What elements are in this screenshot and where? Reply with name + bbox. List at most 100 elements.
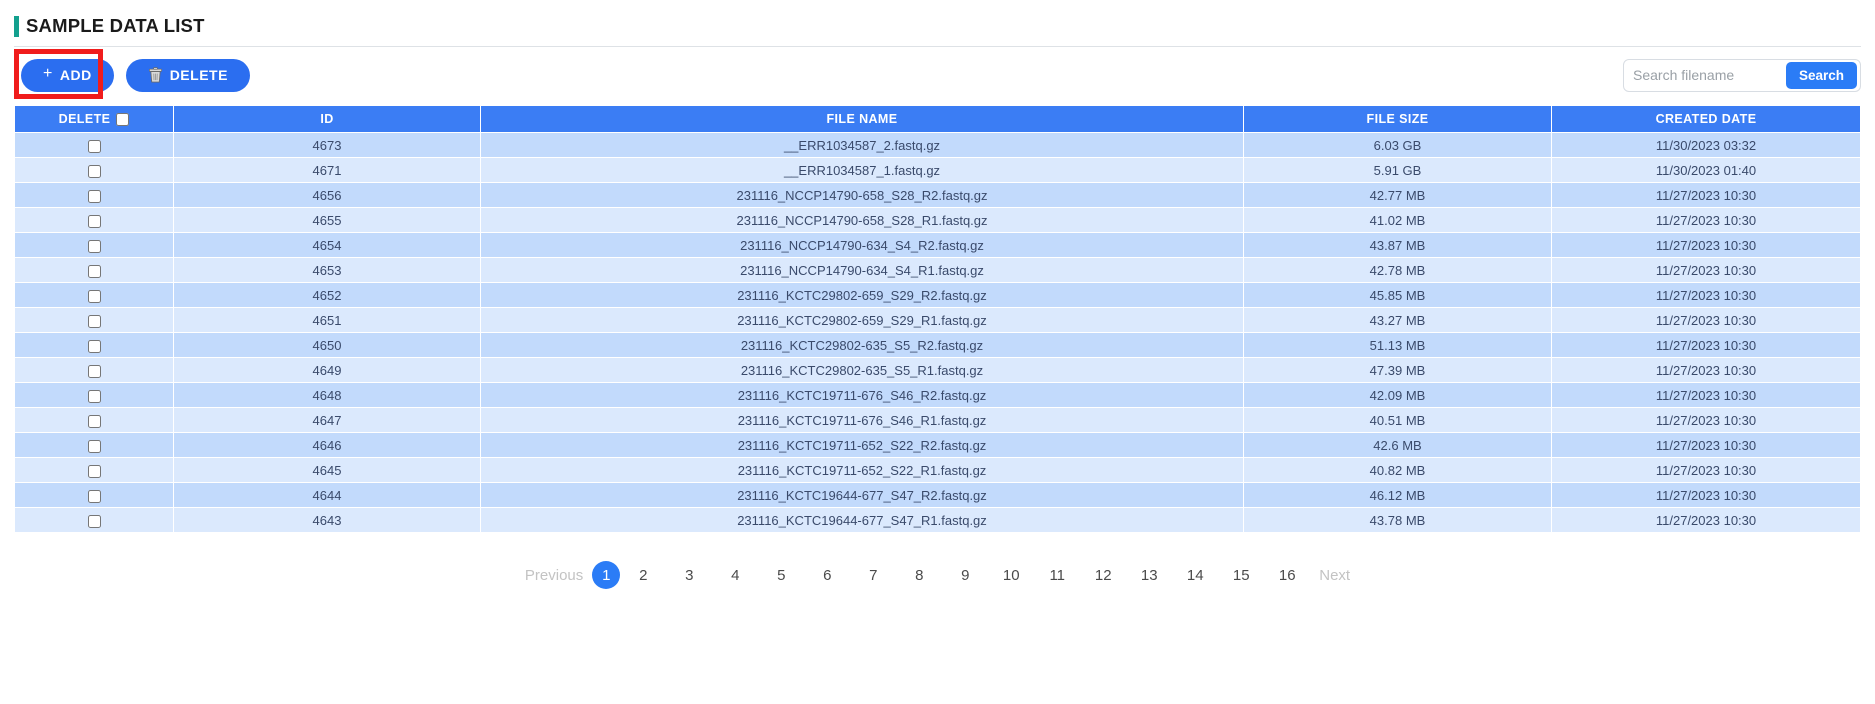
row-select-checkbox[interactable] (87, 364, 101, 378)
pagination-page-10[interactable]: 10 (988, 561, 1034, 589)
row-file-name-cell: 231116_KCTC19711-652_S22_R2.fastq.gz (481, 433, 1243, 457)
row-select-checkbox[interactable] (87, 214, 101, 228)
row-select-checkbox[interactable] (87, 314, 101, 328)
row-delete-cell (15, 308, 173, 332)
row-delete-cell (15, 383, 173, 407)
row-select-checkbox[interactable] (87, 164, 101, 178)
row-delete-cell (15, 233, 173, 257)
row-file-name-cell: 231116_KCTC29802-659_S29_R2.fastq.gz (481, 283, 1243, 307)
row-select-checkbox[interactable] (87, 389, 101, 403)
row-created-date-cell: 11/27/2023 10:30 (1552, 183, 1860, 207)
toolbar: + ADD DELETE Search (14, 46, 1861, 103)
pagination-page-13[interactable]: 13 (1126, 561, 1172, 589)
row-created-date-cell: 11/27/2023 10:30 (1552, 208, 1860, 232)
row-file-name-cell: 231116_KCTC19711-652_S22_R1.fastq.gz (481, 458, 1243, 482)
pagination-page-16[interactable]: 16 (1264, 561, 1310, 589)
row-select-checkbox[interactable] (87, 464, 101, 478)
row-file-name-cell: 231116_NCCP14790-658_S28_R2.fastq.gz (481, 183, 1243, 207)
row-delete-cell (15, 258, 173, 282)
pagination-page-7[interactable]: 7 (850, 561, 896, 589)
row-file-size-cell: 45.85 MB (1244, 283, 1551, 307)
row-select-checkbox[interactable] (87, 289, 101, 303)
column-header-file-name: FILE NAME (481, 106, 1243, 132)
table-row: 4654 231116_NCCP14790-634_S4_R2.fastq.gz 4… (15, 233, 1860, 257)
row-created-date-cell: 11/27/2023 10:30 (1552, 433, 1860, 457)
pagination-next: Next (1319, 566, 1351, 584)
pagination-page-15[interactable]: 15 (1218, 561, 1264, 589)
row-created-date-cell: 11/27/2023 10:30 (1552, 408, 1860, 432)
row-created-date-cell: 11/27/2023 10:30 (1552, 358, 1860, 382)
pagination-page-9[interactable]: 9 (942, 561, 988, 589)
row-select-checkbox[interactable] (87, 264, 101, 278)
search-box: Search (1623, 58, 1861, 92)
select-all-checkbox[interactable] (116, 112, 130, 126)
row-id-cell: 4671 (174, 158, 480, 182)
row-id-cell: 4645 (174, 458, 480, 482)
row-delete-cell (15, 183, 173, 207)
table-body: 4673 __ERR1034587_2.fastq.gz 6.03 GB 11/30/… (15, 133, 1860, 532)
pagination-page-12[interactable]: 12 (1080, 561, 1126, 589)
pagination-page-4[interactable]: 4 (712, 561, 758, 589)
row-file-size-cell: 40.51 MB (1244, 408, 1551, 432)
add-button[interactable]: + ADD (21, 58, 114, 92)
row-delete-cell (15, 483, 173, 507)
table-row: 4650 231116_KCTC29802-635_S5_R2.fastq.gz 5… (15, 333, 1860, 357)
row-file-name-cell: 231116_KCTC19644-677_S47_R1.fastq.gz (481, 508, 1243, 532)
row-file-size-cell: 43.87 MB (1244, 233, 1551, 257)
pagination-page-3[interactable]: 3 (666, 561, 712, 589)
pagination-page-8[interactable]: 8 (896, 561, 942, 589)
pagination-previous: Previous (524, 566, 584, 584)
table-row: 4648 231116_KCTC19711-676_S46_R2.fastq.gz… (15, 383, 1860, 407)
column-header-file-size: FILE SIZE (1244, 106, 1551, 132)
row-created-date-cell: 11/27/2023 10:30 (1552, 383, 1860, 407)
row-file-name-cell: __ERR1034587_2.fastq.gz (481, 133, 1243, 157)
row-created-date-cell: 11/27/2023 10:30 (1552, 333, 1860, 357)
table-row: 4653 231116_NCCP14790-634_S4_R1.fastq.gz 4… (15, 258, 1860, 282)
row-file-size-cell: 42.09 MB (1244, 383, 1551, 407)
column-header-created-date: CREATED DATE (1552, 106, 1860, 132)
row-select-checkbox[interactable] (87, 439, 101, 453)
row-id-cell: 4649 (174, 358, 480, 382)
row-file-name-cell: 231116_KCTC29802-659_S29_R1.fastq.gz (481, 308, 1243, 332)
row-select-checkbox[interactable] (87, 139, 101, 153)
row-select-checkbox[interactable] (87, 414, 101, 428)
table-row: 4655 231116_NCCP14790-658_S28_R1.fastq.gz… (15, 208, 1860, 232)
row-file-size-cell: 43.27 MB (1244, 308, 1551, 332)
add-button-label: ADD (59, 67, 92, 83)
row-created-date-cell: 11/30/2023 03:32 (1552, 133, 1860, 157)
row-delete-cell (15, 433, 173, 457)
row-file-size-cell: 40.82 MB (1244, 458, 1551, 482)
row-file-name-cell: 231116_NCCP14790-658_S28_R1.fastq.gz (481, 208, 1243, 232)
pagination-page-5[interactable]: 5 (758, 561, 804, 589)
row-file-size-cell: 42.78 MB (1244, 258, 1551, 282)
search-button[interactable]: Search (1785, 61, 1857, 89)
pagination-page-2[interactable]: 2 (620, 561, 666, 589)
toolbar-actions: + ADD DELETE (14, 58, 250, 92)
delete-button-label: DELETE (169, 67, 228, 83)
row-created-date-cell: 11/27/2023 10:30 (1552, 483, 1860, 507)
row-file-size-cell: 41.02 MB (1244, 208, 1551, 232)
table-row: 4646 231116_KCTC19711-652_S22_R2.fastq.gz… (15, 433, 1860, 457)
row-file-size-cell: 6.03 GB (1244, 133, 1551, 157)
row-select-checkbox[interactable] (87, 514, 101, 528)
row-select-checkbox[interactable] (87, 189, 101, 203)
row-delete-cell (15, 408, 173, 432)
delete-button[interactable]: DELETE (125, 58, 250, 92)
row-delete-cell (15, 283, 173, 307)
row-select-checkbox[interactable] (87, 239, 101, 253)
pagination-page-1[interactable]: 1 (592, 561, 621, 589)
pagination-page-6[interactable]: 6 (804, 561, 850, 589)
pagination-page-14[interactable]: 14 (1172, 561, 1218, 589)
row-id-cell: 4673 (174, 133, 480, 157)
row-select-checkbox[interactable] (87, 489, 101, 503)
row-delete-cell (15, 133, 173, 157)
search-input[interactable] (1624, 60, 1786, 90)
row-delete-cell (15, 333, 173, 357)
trash-icon (148, 67, 163, 83)
table-row: 4651 231116_KCTC29802-659_S29_R1.fastq.gz… (15, 308, 1860, 332)
row-select-checkbox[interactable] (87, 339, 101, 353)
row-file-name-cell: __ERR1034587_1.fastq.gz (481, 158, 1243, 182)
pagination-page-11[interactable]: 11 (1034, 561, 1080, 589)
row-file-size-cell: 5.91 GB (1244, 158, 1551, 182)
row-id-cell: 4644 (174, 483, 480, 507)
